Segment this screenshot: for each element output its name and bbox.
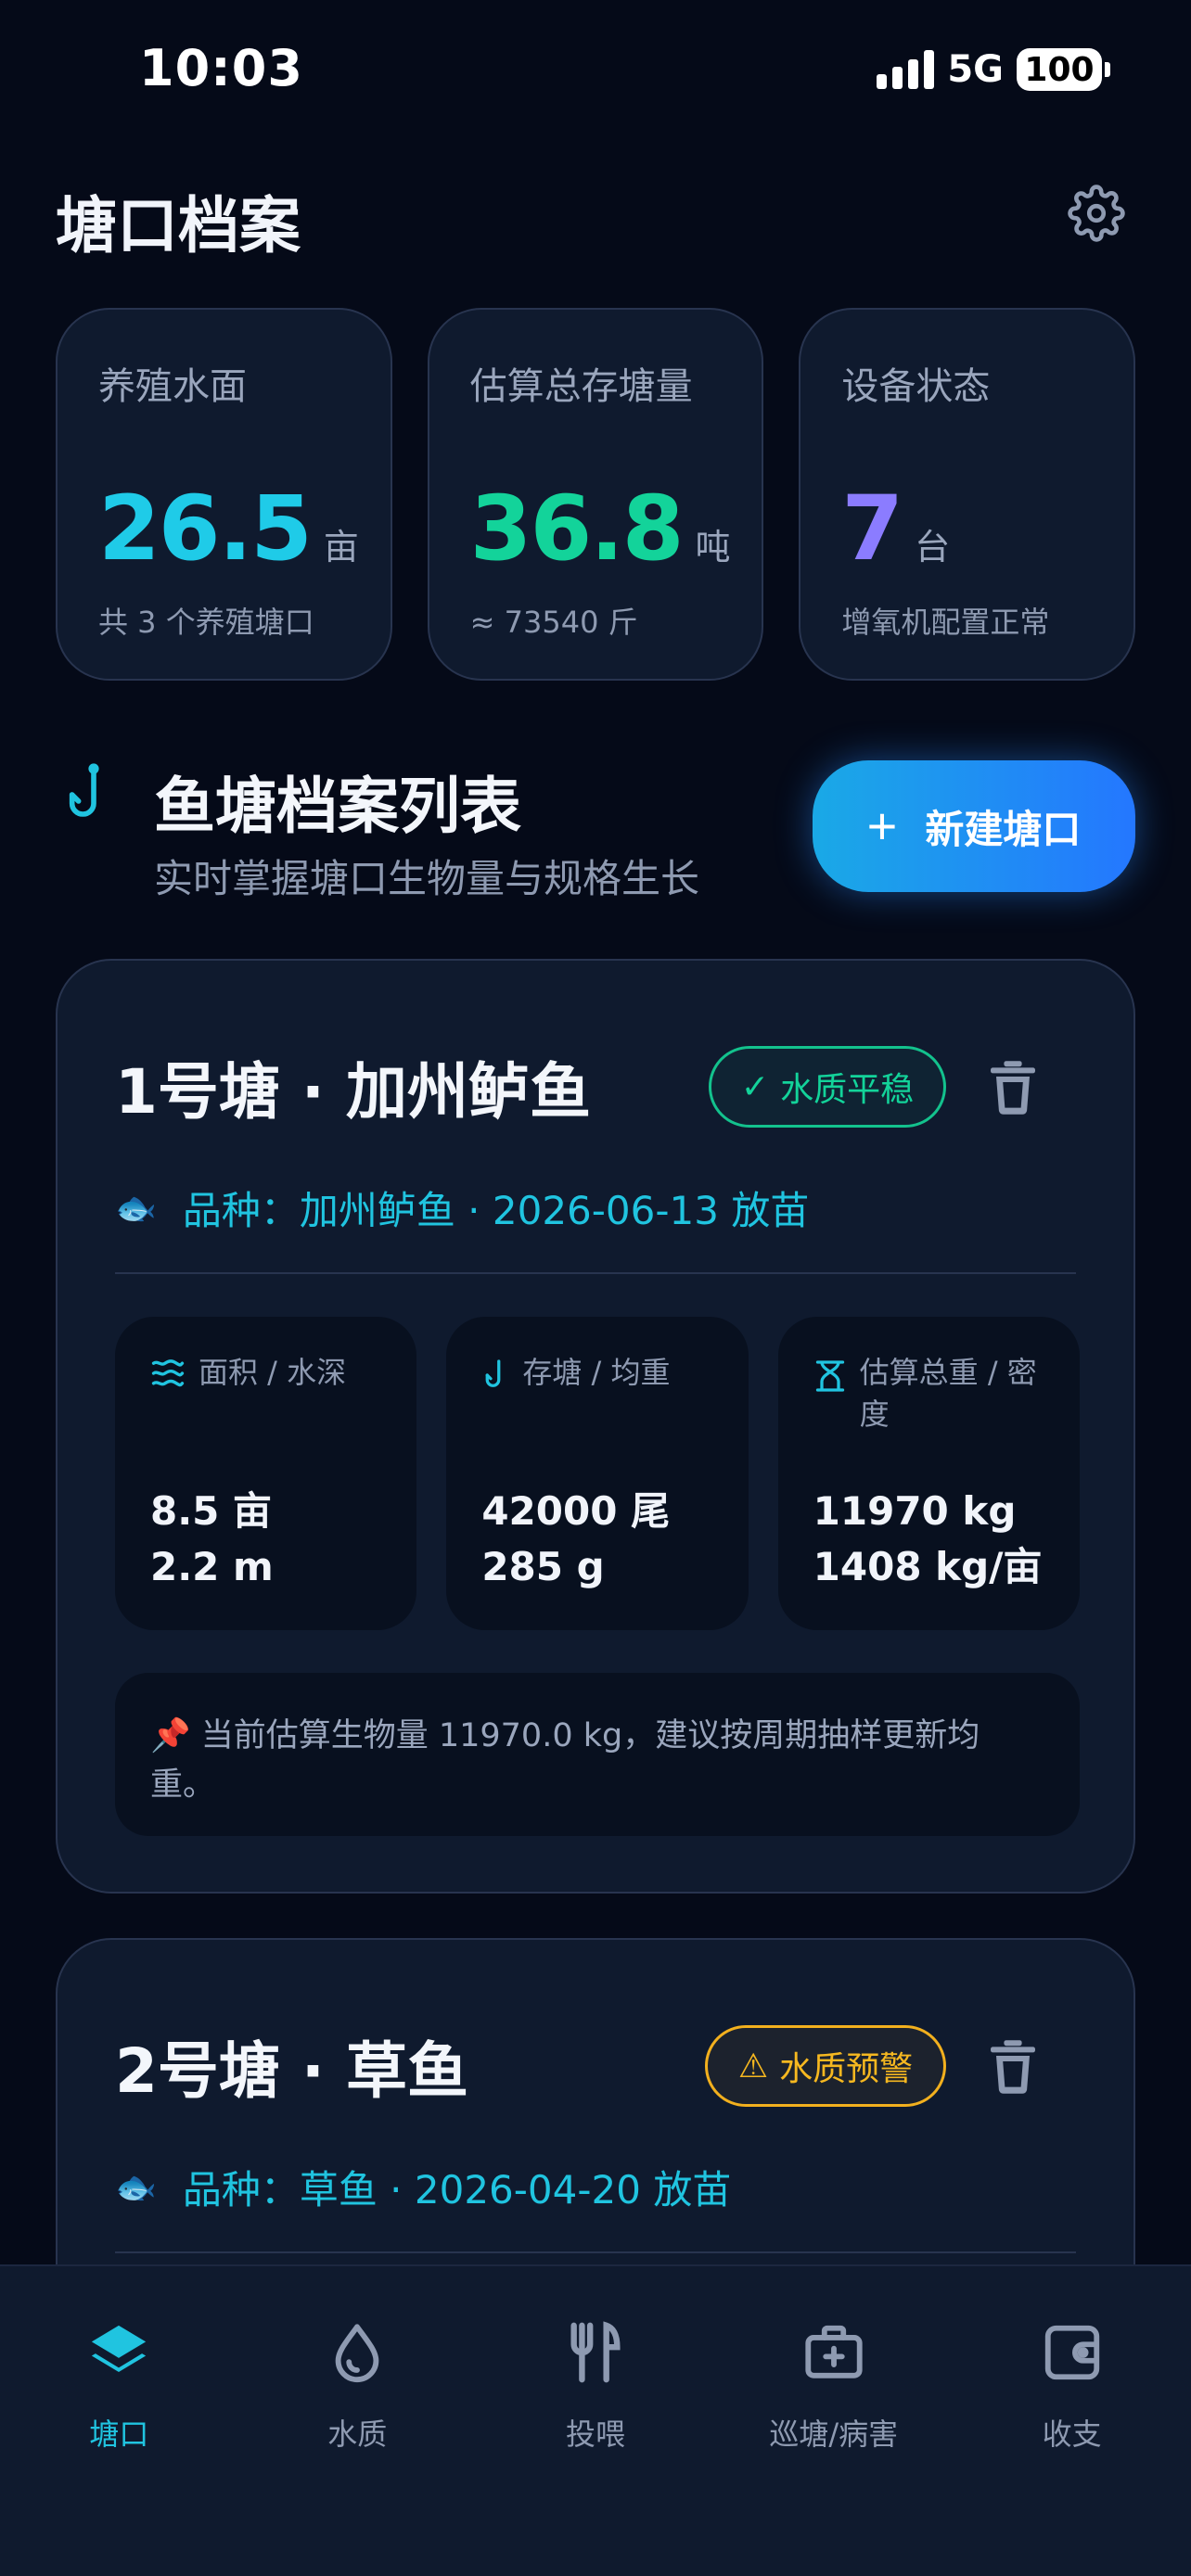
pond-species: 🐟 品种：加州鲈鱼 · 2026-06-13 放苗: [115, 1180, 809, 1236]
delete-button[interactable]: [985, 2036, 1041, 2098]
metric-stock-weight: 存塘 / 均重 42000 尾 285 g: [446, 1317, 749, 1630]
trash-icon: [991, 1061, 1035, 1115]
metric-value: 1408 kg/亩: [813, 1543, 1043, 1589]
species-text: 品种：加州鲈鱼 · 2026-06-13 放苗: [182, 1188, 810, 1233]
status-time: 10:03: [139, 39, 303, 97]
metric-area-depth: 面积 / 水深 8.5 亩 2.2 m: [115, 1317, 417, 1630]
nav-item-finance[interactable]: 收支: [953, 2320, 1191, 2576]
metric-value: 8.5 亩: [150, 1488, 273, 1534]
summary-unit: 吨: [695, 527, 731, 567]
summary-cards: 养殖水面 26.5 亩 共 3 个养殖塘口 估算总存塘量 36.8 吨 ≈ 73…: [56, 308, 1136, 681]
metric-value: 285 g: [481, 1543, 605, 1589]
fish-icon: 🐟: [115, 1189, 157, 1228]
section-title: 鱼塘档案列表: [154, 771, 521, 842]
pond-species: 🐟 品种：草鱼 · 2026-04-20 放苗: [115, 2159, 731, 2215]
fish-icon: 🐟: [115, 2168, 157, 2207]
note-text: 当前估算生物量 11970.0 kg，建议按周期抽样更新均重。: [150, 1717, 980, 1804]
trash-icon: [991, 2040, 1035, 2094]
summary-unit: 台: [915, 527, 951, 567]
status-badge-label: 水质平稳: [780, 1071, 915, 1109]
metric-label: 估算总重 / 密度: [859, 1355, 1037, 1432]
summary-value: 7: [841, 477, 903, 580]
fish-hook-icon: [69, 763, 99, 817]
nav-item-water-quality[interactable]: 水质: [238, 2320, 477, 2576]
summary-card-devices: 设备状态 7 台 增氧机配置正常: [799, 308, 1136, 681]
plus-icon: +: [866, 797, 898, 855]
gear-icon: [1068, 185, 1125, 242]
pin-icon: 📌: [150, 1717, 191, 1754]
utensils-icon: [570, 2321, 621, 2383]
fish-hook-icon: [485, 1359, 501, 1387]
nav-label: 塘口: [89, 2417, 149, 2452]
divider: [115, 2251, 1076, 2253]
summary-sub: 增氧机配置正常: [841, 605, 1050, 640]
status-indicators: 5G 100: [877, 46, 1110, 93]
delete-button[interactable]: [985, 1057, 1041, 1118]
summary-card-biomass: 估算总存塘量 36.8 吨 ≈ 73540 斤: [427, 308, 764, 681]
page-title: 塘口档案: [56, 190, 301, 261]
summary-sub: ≈ 73540 斤: [469, 605, 638, 640]
droplet-icon: [335, 2324, 379, 2383]
summary-label: 设备状态: [841, 365, 991, 408]
status-badge-label: 水质预警: [779, 2050, 914, 2088]
app-screen: 10:03 5G 100 塘口档案 养殖水面 26.5 亩 共 3 个养殖塘口 …: [0, 0, 1191, 2576]
summary-label: 估算总存塘量: [469, 365, 693, 408]
metric-value: 11970 kg: [813, 1488, 1017, 1534]
bottom-nav: 塘口 水质 投喂 巡塘/病害 收支: [0, 2264, 1191, 2576]
metric-value: 42000 尾: [481, 1488, 671, 1534]
nav-label: 水质: [327, 2417, 388, 2452]
waves-icon: [151, 1359, 185, 1387]
warning-icon: ⚠: [737, 2047, 769, 2085]
status-badge: ⚠ 水质预警: [705, 2025, 946, 2107]
nav-item-feeding[interactable]: 投喂: [477, 2320, 715, 2576]
check-icon: ✓: [740, 1067, 770, 1106]
metric-label: 存塘 / 均重: [522, 1355, 671, 1390]
metric-weight-density: 估算总重 / 密度 11970 kg 1408 kg/亩: [777, 1317, 1080, 1630]
summary-unit: 亩: [323, 527, 359, 567]
summary-sub: 共 3 个养殖塘口: [98, 605, 314, 640]
divider: [115, 1272, 1076, 1274]
pond-card[interactable]: 1号塘 · 加州鲈鱼 ✓ 水质平稳 🐟 品种：加州鲈鱼 · 2026-06-13…: [56, 959, 1135, 1894]
signal-icon: [877, 50, 935, 89]
biomass-note: 📌 当前估算生物量 11970.0 kg，建议按周期抽样更新均重。: [115, 1673, 1080, 1836]
metric-value: 2.2 m: [150, 1543, 274, 1589]
new-pond-button[interactable]: + 新建塘口: [813, 760, 1135, 892]
nav-item-ponds[interactable]: 塘口: [0, 2320, 238, 2576]
nav-label: 投喂: [565, 2417, 625, 2452]
new-pond-label: 新建塘口: [925, 807, 1082, 851]
layers-icon: [92, 2325, 147, 2372]
settings-button[interactable]: [1065, 182, 1128, 245]
pond-title: 2号塘 · 草鱼: [115, 2035, 468, 2107]
nav-label: 收支: [1042, 2417, 1102, 2452]
species-text: 品种：草鱼 · 2026-04-20 放苗: [182, 2167, 732, 2213]
wallet-icon: [1044, 2325, 1099, 2380]
summary-label: 养殖水面: [98, 365, 247, 408]
status-badge: ✓ 水质平稳: [709, 1046, 946, 1128]
metric-label: 面积 / 水深: [198, 1355, 347, 1390]
summary-card-water-area: 养殖水面 26.5 亩 共 3 个养殖塘口: [56, 308, 392, 681]
network-type: 5G: [947, 48, 1004, 91]
nav-item-inspection[interactable]: 巡塘/病害: [714, 2320, 953, 2576]
summary-value: 36.8: [469, 477, 685, 580]
summary-value: 26.5: [98, 477, 313, 580]
pond-metrics: 面积 / 水深 8.5 亩 2.2 m 存塘 / 均重 42000 尾 285 …: [115, 1317, 1080, 1630]
first-aid-kit-icon: [805, 2325, 863, 2378]
scale-icon: [815, 1360, 844, 1392]
battery-icon: 100: [1017, 48, 1110, 91]
section-subtitle: 实时掌握塘口生物量与规格生长: [154, 856, 700, 901]
pond-title: 1号塘 · 加州鲈鱼: [115, 1056, 591, 1128]
nav-label: 巡塘/病害: [769, 2417, 899, 2452]
